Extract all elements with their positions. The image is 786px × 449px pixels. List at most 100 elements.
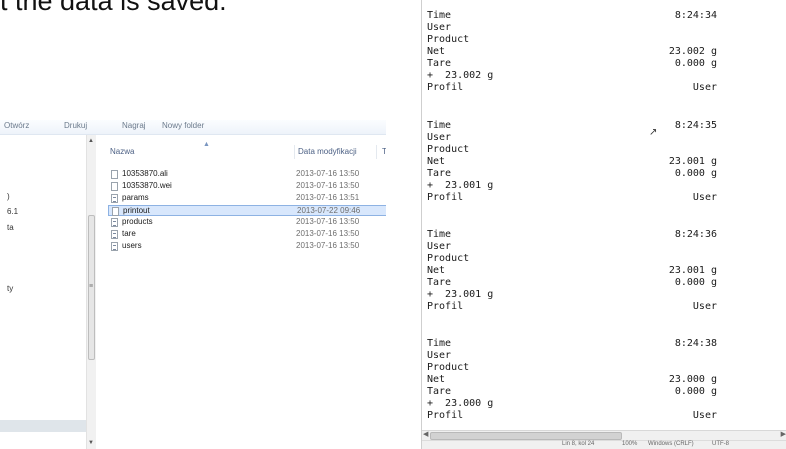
printout-text-window[interactable]: Time 8:24:34 User Product Net 23.002 g Tar… <box>421 0 786 449</box>
text-file-icon <box>111 218 118 227</box>
file-date: 2013-07-16 13:50 <box>296 241 360 250</box>
net-value: 23.001 g <box>668 156 717 167</box>
sum-value: + 23.001 g <box>427 289 494 300</box>
toolbar-print[interactable]: Drukuj <box>64 121 87 130</box>
toolbar-open[interactable]: Otwórz <box>4 121 29 130</box>
file-explorer-window: Otwórz Drukuj Nagraj Nowy folder ) 6.1 t… <box>0 120 386 449</box>
column-header-date[interactable]: Data modyfikacji <box>298 147 357 156</box>
nav-item[interactable]: ta <box>7 223 14 232</box>
nav-item[interactable]: 6.1 <box>7 207 18 216</box>
tare-label: Tare <box>427 277 452 288</box>
file-row[interactable]: products 2013-07-16 13:50 P <box>108 217 386 228</box>
nav-item[interactable]: ty <box>7 284 13 293</box>
product-label: Product <box>427 34 470 45</box>
file-date: 2013-07-16 13:51 <box>296 193 360 202</box>
file-name: params <box>122 193 149 202</box>
file-date: 2013-07-16 13:50 <box>296 229 360 238</box>
status-line-ending: Windows (CRLF) <box>648 441 694 447</box>
profil-label: Profil <box>427 301 464 312</box>
sum-value: + 23.001 g <box>427 180 494 191</box>
tare-label: Tare <box>427 386 452 397</box>
nav-item[interactable]: ) <box>7 192 10 201</box>
scroll-down-icon[interactable]: ▼ <box>88 440 94 446</box>
printout-record: Time 8:24:38 User Product Net 23.000 g Tar… <box>427 338 717 422</box>
profil-value: User <box>692 82 717 93</box>
printout-record: Time 8:24:36 User Product Net 23.001 g Tar… <box>427 229 717 313</box>
profil-value: User <box>692 192 717 203</box>
file-date: 2013-07-16 13:50 <box>296 217 360 226</box>
product-label: Product <box>427 144 470 155</box>
net-value: 23.000 g <box>668 374 717 385</box>
file-date: 2013-07-22 09:46 <box>297 206 361 215</box>
user-label: User <box>427 132 452 143</box>
net-label: Net <box>427 265 446 276</box>
time-value: 8:24:36 <box>674 229 717 240</box>
scrollbar-thumb[interactable] <box>430 432 622 440</box>
file-date: 2013-07-16 13:50 <box>296 181 360 190</box>
sum-value: + 23.000 g <box>427 398 494 409</box>
file-row[interactable]: 10353870.ali 2013-07-16 13:50 P <box>108 169 386 180</box>
scroll-left-icon[interactable]: ◀ <box>423 430 428 438</box>
horizontal-scrollbar[interactable]: ◀ ▶ <box>422 430 786 440</box>
file-row[interactable]: tare 2013-07-16 13:50 P <box>108 229 386 240</box>
toolbar-new-folder[interactable]: Nowy folder <box>162 121 204 130</box>
column-divider[interactable] <box>294 145 295 159</box>
column-header-type[interactable]: T <box>382 147 386 156</box>
file-row[interactable]: 10353870.wei 2013-07-16 13:50 P <box>108 181 386 192</box>
sum-value: + 23.002 g <box>427 70 494 81</box>
user-label: User <box>427 350 452 361</box>
file-name: products <box>122 217 153 226</box>
file-list: ▲ Nazwa Data modyfikacji T 10353870.ali … <box>96 135 386 449</box>
user-label: User <box>427 22 452 33</box>
caption-text: t the data is saved. <box>0 0 227 16</box>
file-name: printout <box>123 206 150 215</box>
profil-label: Profil <box>427 82 464 93</box>
nav-selected-item[interactable] <box>0 420 86 432</box>
toolbar-burn[interactable]: Nagraj <box>122 121 146 130</box>
net-label: Net <box>427 156 446 167</box>
net-label: Net <box>427 46 446 57</box>
column-divider[interactable] <box>376 145 377 159</box>
tare-value: 0.000 g <box>674 386 717 397</box>
file-name: 10353870.ali <box>122 169 168 178</box>
tare-label: Tare <box>427 58 452 69</box>
time-label: Time <box>427 338 452 349</box>
text-file-icon <box>111 230 118 239</box>
sort-ascending-icon: ▲ <box>203 141 210 148</box>
grip-icon: ≡ <box>89 283 94 290</box>
file-name: tare <box>122 229 136 238</box>
time-value: 8:24:38 <box>674 338 717 349</box>
column-header-name[interactable]: Nazwa <box>110 147 134 156</box>
file-row[interactable]: users 2013-07-16 13:50 P <box>108 241 386 252</box>
net-value: 23.002 g <box>668 46 717 57</box>
file-date: 2013-07-16 13:50 <box>296 169 360 178</box>
time-value: 8:24:35 <box>674 120 717 131</box>
text-file-icon <box>111 194 118 203</box>
tare-value: 0.000 g <box>674 58 717 69</box>
scroll-right-icon[interactable]: ▶ <box>781 430 786 438</box>
file-row[interactable]: params 2013-07-16 13:51 P <box>108 193 386 204</box>
status-zoom: 100% <box>622 441 638 447</box>
profil-value: User <box>692 301 717 312</box>
user-label: User <box>427 241 452 252</box>
nav-scrollbar[interactable]: ▲ ≡ ▼ <box>86 135 96 449</box>
product-label: Product <box>427 362 470 373</box>
product-label: Product <box>427 253 470 264</box>
time-value: 8:24:34 <box>674 10 717 21</box>
time-label: Time <box>427 120 452 131</box>
tare-value: 0.000 g <box>674 168 717 179</box>
printout-record: Time 8:24:35 User Product Net 23.001 g Tar… <box>427 120 717 204</box>
profil-value: User <box>692 410 717 421</box>
mouse-cursor-icon: ↗ <box>649 127 658 138</box>
profil-label: Profil <box>427 410 464 421</box>
file-row-selected[interactable]: printout 2013-07-22 09:46 D <box>108 205 386 216</box>
printout-record: Time 8:24:34 User Product Net 23.002 g Tar… <box>427 10 717 94</box>
text-file-icon <box>111 242 118 251</box>
net-label: Net <box>427 374 446 385</box>
explorer-toolbar: Otwórz Drukuj Nagraj Nowy folder <box>0 120 386 135</box>
file-icon <box>112 207 119 216</box>
scroll-up-icon[interactable]: ▲ <box>88 138 94 144</box>
profil-label: Profil <box>427 192 464 203</box>
tare-label: Tare <box>427 168 452 179</box>
time-label: Time <box>427 229 452 240</box>
